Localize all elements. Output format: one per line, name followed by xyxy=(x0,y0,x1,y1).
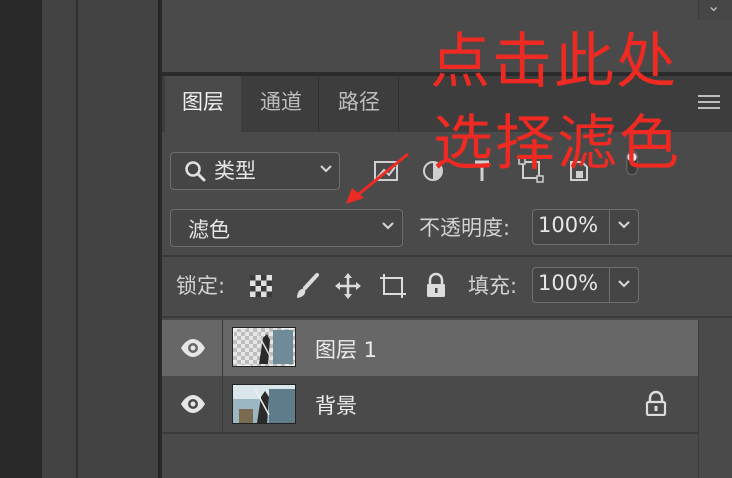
eye-icon[interactable] xyxy=(180,338,206,358)
panel-scrollbar[interactable] xyxy=(698,320,732,478)
lock-image-pixels-brush-icon[interactable] xyxy=(293,272,321,300)
search-icon xyxy=(185,161,206,182)
eye-icon[interactable] xyxy=(180,394,206,414)
opacity-value[interactable]: 100% xyxy=(538,213,598,237)
visibility-cell[interactable] xyxy=(162,376,223,432)
annotation-text: 选择滤色 xyxy=(433,109,681,179)
canvas-region xyxy=(78,0,160,478)
layer-thumbnail[interactable] xyxy=(232,384,296,424)
chevron-down-icon[interactable] xyxy=(617,279,631,289)
layer-filter-label: 类型 xyxy=(214,159,256,183)
fill-value[interactable]: 100% xyxy=(538,271,598,295)
annotation-arrow-icon xyxy=(346,152,409,204)
lock-artboard-icon[interactable] xyxy=(378,272,408,300)
panel-menu-icon[interactable] xyxy=(698,94,720,110)
tab-paths[interactable]: 路径 xyxy=(320,76,399,132)
chevron-down-icon[interactable] xyxy=(617,220,631,230)
layer-name[interactable]: 背景 xyxy=(315,390,357,420)
tab-layers[interactable]: 图层 xyxy=(165,76,241,132)
layer-lock-icon[interactable] xyxy=(645,390,667,416)
divider xyxy=(162,316,732,318)
tab-channels[interactable]: 通道 xyxy=(244,76,319,132)
blend-mode-value: 滤色 xyxy=(188,218,230,242)
left-toolbar-dark xyxy=(0,0,42,478)
fill-divider xyxy=(609,268,610,302)
chevron-down-icon xyxy=(320,165,332,173)
lock-all-icon[interactable] xyxy=(425,272,447,298)
opacity-divider xyxy=(609,210,610,244)
divider xyxy=(162,255,732,257)
layer-thumbnail[interactable] xyxy=(232,327,296,367)
left-toolbar xyxy=(42,0,78,478)
chevron-down-icon xyxy=(382,222,394,230)
lock-transparent-pixels-icon[interactable] xyxy=(250,275,272,297)
opacity-label: 不透明度: xyxy=(419,216,511,240)
annotation-text: 点击此处 xyxy=(430,27,678,97)
chevron-down-icon[interactable]: ⌄ xyxy=(707,0,720,15)
visibility-cell[interactable] xyxy=(162,320,223,376)
lock-label: 锁定: xyxy=(176,274,226,298)
layer-name[interactable]: 图层 1 xyxy=(315,334,377,364)
fill-label: 填充: xyxy=(468,274,518,298)
lock-position-move-icon[interactable] xyxy=(334,272,362,300)
